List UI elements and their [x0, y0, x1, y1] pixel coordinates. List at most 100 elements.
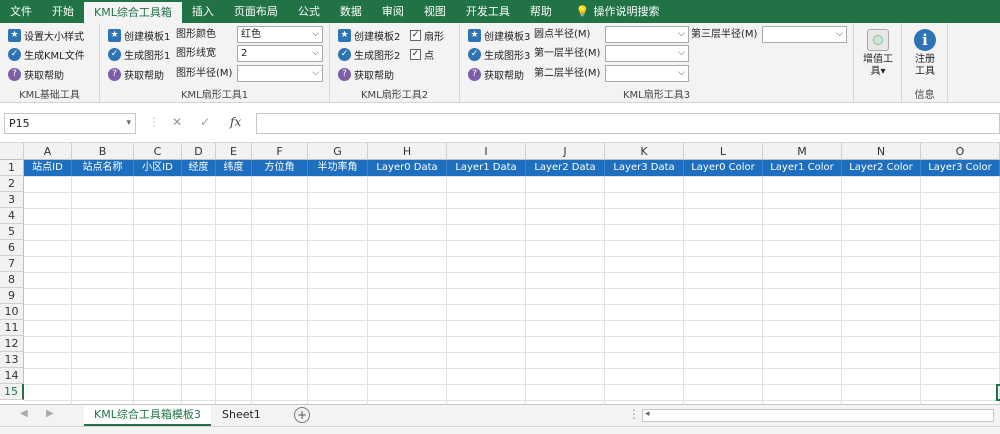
header-cell-N[interactable]: Layer2 Color: [842, 160, 921, 176]
row-header-11[interactable]: 11: [0, 320, 24, 336]
header-cell-J[interactable]: Layer2 Data: [526, 160, 605, 176]
tab-1[interactable]: 开始: [42, 0, 84, 23]
sheet-tab-sheet1[interactable]: Sheet1: [212, 405, 271, 426]
tab-7[interactable]: 审阅: [372, 0, 414, 23]
tab-6[interactable]: 数据: [330, 0, 372, 23]
row-header-7[interactable]: 7: [0, 256, 24, 272]
dot-radius-select[interactable]: ⌵: [605, 26, 689, 43]
column-header-B[interactable]: B: [72, 143, 134, 160]
scroll-right-icon[interactable]: ▶: [46, 408, 54, 419]
create-template1-button[interactable]: ★ 创建模板1: [108, 27, 170, 43]
generate-shape1-button[interactable]: ✓ 生成图形1: [108, 46, 170, 62]
create-template3-button[interactable]: ★ 创建模板3: [468, 27, 530, 43]
sheet-tab-template3[interactable]: KML综合工具箱模板3: [84, 405, 211, 426]
row-header-9[interactable]: 9: [0, 288, 24, 304]
row-header-12[interactable]: 12: [0, 336, 24, 352]
shape-color-label: 图形颜色: [176, 29, 216, 40]
column-header-G[interactable]: G: [308, 143, 368, 160]
gridline: [24, 400, 1000, 401]
get-help-button-2[interactable]: ? 获取帮助: [108, 66, 164, 82]
tab-0[interactable]: 文件: [0, 0, 42, 23]
tab-3[interactable]: 插入: [182, 0, 224, 23]
header-cell-E[interactable]: 纬度: [216, 160, 252, 176]
column-header-E[interactable]: E: [216, 143, 252, 160]
header-cell-K[interactable]: Layer3 Data: [605, 160, 684, 176]
insert-function-icon[interactable]: fx: [230, 115, 241, 129]
row-header-5[interactable]: 5: [0, 224, 24, 240]
horizontal-scrollbar[interactable]: ◂: [642, 409, 994, 422]
tab-4[interactable]: 页面布局: [224, 0, 288, 23]
layer2-radius-select[interactable]: ⌵: [605, 65, 689, 82]
header-cell-F[interactable]: 方位角: [252, 160, 308, 176]
select-all-corner[interactable]: [0, 143, 24, 160]
tab-10[interactable]: 帮助: [520, 0, 562, 23]
generate-shape3-button[interactable]: ✓ 生成图形3: [468, 46, 530, 62]
confirm-icon[interactable]: ✓: [200, 115, 210, 129]
header-cell-D[interactable]: 经度: [182, 160, 216, 176]
row-header-6[interactable]: 6: [0, 240, 24, 256]
column-header-J[interactable]: J: [526, 143, 605, 160]
header-cell-A[interactable]: 站点ID: [24, 160, 72, 176]
header-cell-G[interactable]: 半功率角: [308, 160, 368, 176]
header-cell-L[interactable]: Layer0 Color: [684, 160, 763, 176]
column-header-H[interactable]: H: [368, 143, 447, 160]
tab-8[interactable]: 视图: [414, 0, 456, 23]
layer1-radius-select[interactable]: ⌵: [605, 45, 689, 62]
get-help-button-4[interactable]: ? 获取帮助: [468, 66, 524, 82]
header-cell-H[interactable]: Layer0 Data: [368, 160, 447, 176]
row-header-8[interactable]: 8: [0, 272, 24, 288]
addon-tools-button[interactable]: 增值工 具▾: [858, 29, 898, 78]
shape-color-select[interactable]: 红色 ⌵: [237, 26, 323, 43]
column-header-N[interactable]: N: [842, 143, 921, 160]
column-header-K[interactable]: K: [605, 143, 684, 160]
layer3-radius-select[interactable]: ⌵: [762, 26, 847, 43]
row-header-14[interactable]: 14: [0, 368, 24, 384]
row-header-4[interactable]: 4: [0, 208, 24, 224]
column-header-A[interactable]: A: [24, 143, 72, 160]
header-cell-B[interactable]: 站点名称: [72, 160, 134, 176]
gridline: [604, 176, 605, 404]
tab-9[interactable]: 开发工具: [456, 0, 520, 23]
generate-shape2-button[interactable]: ✓ 生成图形2: [338, 46, 400, 62]
create-template2-button[interactable]: ★ 创建模板2: [338, 27, 400, 43]
row-header-2[interactable]: 2: [0, 176, 24, 192]
template-icon: ★: [108, 28, 121, 42]
sector-checkbox[interactable]: ✓ 扇形: [410, 27, 444, 43]
gridline: [24, 304, 1000, 305]
shape-line-width-select[interactable]: 2 ⌵: [237, 45, 323, 62]
column-header-L[interactable]: L: [684, 143, 763, 160]
tab-5[interactable]: 公式: [288, 0, 330, 23]
name-box[interactable]: P15 ▾: [4, 113, 136, 134]
generate-kml-button[interactable]: ✓ 生成KML文件: [8, 46, 85, 62]
tab-2[interactable]: KML综合工具箱: [84, 2, 182, 23]
header-cell-M[interactable]: Layer1 Color: [763, 160, 842, 176]
formula-input[interactable]: [256, 113, 1000, 134]
column-header-M[interactable]: M: [763, 143, 842, 160]
column-header-F[interactable]: F: [252, 143, 308, 160]
header-cell-O[interactable]: Layer3 Color: [921, 160, 1000, 176]
row-header-3[interactable]: 3: [0, 192, 24, 208]
sheet-tabs-bar: ◀ ▶ KML综合工具箱模板3 Sheet1 + ⋮ ◂: [0, 404, 1000, 426]
add-sheet-icon[interactable]: +: [294, 407, 310, 423]
active-cell[interactable]: [996, 384, 1000, 401]
tell-me-search[interactable]: 💡 操作说明搜索: [562, 0, 670, 23]
get-help-button-3[interactable]: ? 获取帮助: [338, 66, 394, 82]
row-header-15[interactable]: 15: [0, 384, 24, 400]
set-size-style-button[interactable]: ★ 设置大小样式: [8, 27, 84, 43]
set-size-style-label: 设置大小样式: [24, 31, 84, 43]
cancel-icon[interactable]: ✕: [172, 115, 182, 129]
header-cell-C[interactable]: 小区ID: [134, 160, 182, 176]
point-checkbox[interactable]: ✓ 点: [410, 46, 434, 62]
shape-radius-select[interactable]: ⌵: [237, 65, 323, 82]
column-header-D[interactable]: D: [182, 143, 216, 160]
column-header-O[interactable]: O: [921, 143, 1000, 160]
column-header-I[interactable]: I: [447, 143, 526, 160]
column-header-C[interactable]: C: [134, 143, 182, 160]
header-cell-I[interactable]: Layer1 Data: [447, 160, 526, 176]
row-header-13[interactable]: 13: [0, 352, 24, 368]
get-help-button-1[interactable]: ? 获取帮助: [8, 66, 64, 82]
row-header-1[interactable]: 1: [0, 160, 24, 176]
row-header-10[interactable]: 10: [0, 304, 24, 320]
scroll-left-icon[interactable]: ◀: [20, 408, 28, 419]
register-tools-button[interactable]: i 注册 工具: [905, 29, 945, 78]
